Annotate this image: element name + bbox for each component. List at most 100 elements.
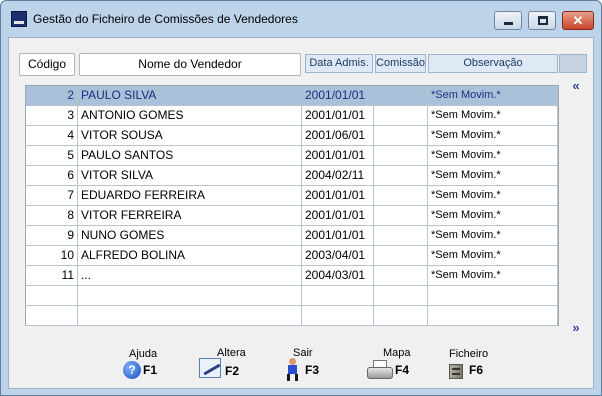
- cell-codigo: 2: [26, 86, 78, 106]
- cell-nome: PAULO SANTOS: [78, 146, 302, 166]
- cell-data-admis: 2001/01/01: [302, 186, 374, 206]
- cell-comissao: [374, 226, 428, 246]
- cell-nome: ...: [78, 266, 302, 286]
- cell-comissao: [374, 246, 428, 266]
- table-row[interactable]: 11 ... 2004/03/01 *Sem Movim.*: [26, 266, 558, 286]
- cell-codigo: 6: [26, 166, 78, 186]
- edit-button[interactable]: Altera F2: [195, 346, 259, 386]
- cell-data-admis: 2001/01/01: [302, 106, 374, 126]
- column-header-nome[interactable]: Nome do Vendedor: [79, 53, 301, 76]
- cell-data-admis: 2001/06/01: [302, 126, 374, 146]
- cell-data-admis: 2003/04/01: [302, 246, 374, 266]
- cell-nome: [78, 286, 302, 306]
- help-button[interactable]: Ajuda ? F1: [119, 346, 183, 386]
- file-label: Ficheiro: [449, 348, 489, 360]
- cell-codigo: 11: [26, 266, 78, 286]
- cell-comissao: [374, 266, 428, 286]
- minimize-icon: [504, 22, 513, 25]
- cell-comissao: [374, 206, 428, 226]
- cell-observacao: *Sem Movim.*: [428, 106, 558, 126]
- client-area: Código Nome do Vendedor Data Admis. Comi…: [8, 37, 594, 389]
- column-header-filler: [559, 54, 587, 73]
- cell-codigo: 10: [26, 246, 78, 266]
- close-button[interactable]: ✕: [562, 11, 594, 30]
- exit-key: F3: [305, 363, 320, 377]
- cell-codigo: [26, 306, 78, 326]
- table-row[interactable]: 2 PAULO SILVA 2001/01/01 *Sem Movim.*: [26, 86, 558, 106]
- table-row[interactable]: 4 VITOR SOUSA 2001/06/01 *Sem Movim.*: [26, 126, 558, 146]
- table-row[interactable]: 3 ANTONIO GOMES 2001/01/01 *Sem Movim.*: [26, 106, 558, 126]
- help-label: Ajuda: [129, 348, 158, 360]
- table-row[interactable]: 5 PAULO SANTOS 2001/01/01 *Sem Movim.*: [26, 146, 558, 166]
- cell-codigo: 8: [26, 206, 78, 226]
- file-cabinet-icon: [449, 362, 465, 379]
- cell-data-admis: 2001/01/01: [302, 206, 374, 226]
- cell-observacao: *Sem Movim.*: [428, 246, 558, 266]
- cell-observacao: [428, 286, 558, 306]
- print-map-button[interactable]: Mapa F4: [363, 346, 427, 386]
- cell-nome: VITOR SOUSA: [78, 126, 302, 146]
- title-bar[interactable]: Gestão do Ficheiro de Comissões de Vende…: [1, 1, 601, 37]
- cell-data-admis: [302, 286, 374, 306]
- cell-observacao: *Sem Movim.*: [428, 86, 558, 106]
- edit-icon: [199, 358, 221, 378]
- app-icon: [11, 11, 27, 27]
- table-row[interactable]: 10 ALFREDO BOLINA 2003/04/01 *Sem Movim.…: [26, 246, 558, 266]
- scroll-up-icon[interactable]: «: [569, 79, 583, 94]
- cell-observacao: *Sem Movim.*: [428, 186, 558, 206]
- cell-observacao: *Sem Movim.*: [428, 146, 558, 166]
- cell-comissao: [374, 106, 428, 126]
- cell-data-admis: 2001/01/01: [302, 226, 374, 246]
- table-row[interactable]: 6 VITOR SILVA 2004/02/11 *Sem Movim.*: [26, 166, 558, 186]
- cell-observacao: [428, 306, 558, 326]
- column-header-data-admis: Data Admis.: [305, 54, 373, 73]
- edit-key: F2: [225, 364, 240, 378]
- table-row[interactable]: 8 VITOR FERREIRA 2001/01/01 *Sem Movim.*: [26, 206, 558, 226]
- table-row[interactable]: 7 EDUARDO FERREIRA 2001/01/01 *Sem Movim…: [26, 186, 558, 206]
- file-button[interactable]: Ficheiro F6: [445, 346, 509, 386]
- cell-nome: PAULO SILVA: [78, 86, 302, 106]
- cell-comissao: [374, 166, 428, 186]
- cell-nome: VITOR FERREIRA: [78, 206, 302, 226]
- minimize-button[interactable]: [494, 11, 522, 30]
- column-header-codigo[interactable]: Código: [19, 53, 75, 76]
- table-row[interactable]: 9 NUNO GOMES 2001/01/01 *Sem Movim.*: [26, 226, 558, 246]
- table-row[interactable]: [26, 286, 558, 306]
- cell-observacao: *Sem Movim.*: [428, 226, 558, 246]
- window-title: Gestão do Ficheiro de Comissões de Vende…: [33, 12, 298, 26]
- scroll-down-icon[interactable]: »: [569, 321, 583, 336]
- cell-comissao: [374, 146, 428, 166]
- column-header-observacao: Observação: [428, 54, 558, 73]
- print-map-key: F4: [395, 363, 410, 377]
- cell-observacao: *Sem Movim.*: [428, 206, 558, 226]
- cell-data-admis: 2001/01/01: [302, 86, 374, 106]
- cell-observacao: *Sem Movim.*: [428, 126, 558, 146]
- cell-codigo: 7: [26, 186, 78, 206]
- cell-codigo: [26, 286, 78, 306]
- cell-comissao: [374, 86, 428, 106]
- salespeople-table: 2 PAULO SILVA 2001/01/01 *Sem Movim.* 3 …: [25, 85, 559, 326]
- help-icon: ?: [123, 361, 141, 379]
- edit-label: Altera: [217, 347, 246, 359]
- cell-comissao: [374, 186, 428, 206]
- cell-observacao: *Sem Movim.*: [428, 266, 558, 286]
- cell-nome: ANTONIO GOMES: [78, 106, 302, 126]
- cell-nome: EDUARDO FERREIRA: [78, 186, 302, 206]
- close-icon: ✕: [572, 13, 584, 28]
- cell-codigo: 5: [26, 146, 78, 166]
- exit-icon: [285, 358, 301, 382]
- cell-data-admis: 2004/03/01: [302, 266, 374, 286]
- cell-nome: [78, 306, 302, 326]
- cell-data-admis: 2001/01/01: [302, 146, 374, 166]
- cell-comissao: [374, 286, 428, 306]
- help-key: F1: [143, 363, 158, 377]
- app-window: Gestão do Ficheiro de Comissões de Vende…: [0, 0, 602, 396]
- maximize-icon: [538, 16, 548, 25]
- maximize-button[interactable]: [528, 11, 556, 30]
- cell-data-admis: [302, 306, 374, 326]
- table-row[interactable]: [26, 306, 558, 326]
- cell-observacao: *Sem Movim.*: [428, 166, 558, 186]
- column-header-comissao: Comissão: [375, 54, 426, 73]
- exit-button[interactable]: Sair F3: [279, 346, 343, 386]
- cell-nome: VITOR SILVA: [78, 166, 302, 186]
